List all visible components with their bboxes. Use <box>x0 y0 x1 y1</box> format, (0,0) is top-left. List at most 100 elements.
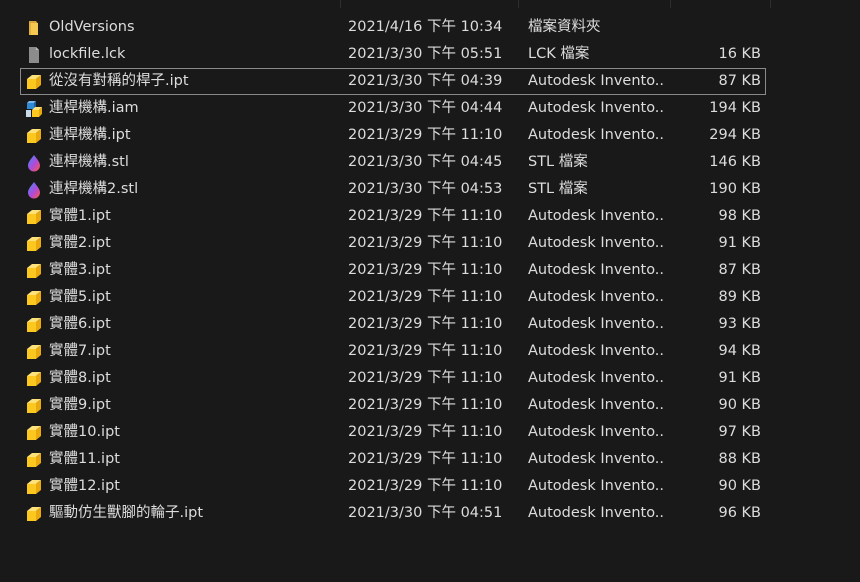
file-type: Autodesk Invento... <box>528 397 663 413</box>
file-name: 實體9.ipt <box>49 397 111 413</box>
column-separator[interactable] <box>670 0 671 8</box>
file-size: 90 KB <box>718 478 761 494</box>
file-type: Autodesk Invento... <box>528 316 663 332</box>
file-row[interactable]: 實體9.ipt 2021/3/29 下午 11:10 Autodesk Invent… <box>20 392 766 419</box>
file-type: Autodesk Invento... <box>528 478 663 494</box>
file-type: STL 檔案 <box>528 154 588 170</box>
file-name: 實體1.ipt <box>49 208 111 224</box>
file-size: 91 KB <box>718 370 761 386</box>
file-type: Autodesk Invento... <box>528 100 663 116</box>
file-type: Autodesk Invento... <box>528 262 663 278</box>
file-row[interactable]: 實體6.ipt 2021/3/29 下午 11:10 Autodesk Invent… <box>20 311 766 338</box>
file-name: 實體7.ipt <box>49 343 111 359</box>
file-size: 93 KB <box>718 316 761 332</box>
file-name: 實體5.ipt <box>49 289 111 305</box>
inventor-part-icon <box>25 424 43 442</box>
column-separator[interactable] <box>518 0 519 8</box>
file-size: 294 KB <box>709 127 761 143</box>
file-type: Autodesk Invento... <box>528 370 663 386</box>
file-row[interactable]: 驅動仿生獸腳的輪子.ipt 2021/3/30 下午 04:51 Autodesk … <box>20 500 766 527</box>
file-type: LCK 檔案 <box>528 46 590 62</box>
file-size: 87 KB <box>718 73 761 89</box>
file-type: Autodesk Invento... <box>528 127 663 143</box>
file-size <box>661 15 761 40</box>
file-modified-date: 2021/3/30 下午 04:51 <box>348 505 503 521</box>
file-row[interactable]: 實體1.ipt 2021/3/29 下午 11:10 Autodesk Invent… <box>20 203 766 230</box>
file-size: 88 KB <box>718 451 761 467</box>
file-type: 檔案資料夾 <box>528 19 601 35</box>
generic-file-icon <box>25 46 43 64</box>
inventor-part-icon <box>25 73 43 91</box>
file-row[interactable]: OldVersions 2021/4/16 下午 10:34 檔案資料夾 <box>20 14 766 41</box>
file-size: 90 KB <box>718 397 761 413</box>
file-modified-date: 2021/3/29 下午 11:10 <box>348 424 503 440</box>
column-separator[interactable] <box>340 0 341 8</box>
file-name: 實體3.ipt <box>49 262 111 278</box>
file-modified-date: 2021/3/30 下午 04:39 <box>348 73 503 89</box>
file-row[interactable]: 實體8.ipt 2021/3/29 下午 11:10 Autodesk Invent… <box>20 365 766 392</box>
file-size: 89 KB <box>718 289 761 305</box>
file-size: 91 KB <box>718 235 761 251</box>
file-type: STL 檔案 <box>528 181 588 197</box>
file-row[interactable]: 連桿機構.ipt 2021/3/29 下午 11:10 Autodesk Inven… <box>20 122 766 149</box>
file-row[interactable]: 實體7.ipt 2021/3/29 下午 11:10 Autodesk Invent… <box>20 338 766 365</box>
file-type: Autodesk Invento... <box>528 289 663 305</box>
file-name: 連桿機構2.stl <box>49 181 139 197</box>
file-row[interactable]: 實體2.ipt 2021/3/29 下午 11:10 Autodesk Invent… <box>20 230 766 257</box>
file-row[interactable]: 實體10.ipt 2021/3/29 下午 11:10 Autodesk Inven… <box>20 419 766 446</box>
file-modified-date: 2021/3/29 下午 11:10 <box>348 451 503 467</box>
file-row[interactable]: 實體11.ipt 2021/3/29 下午 11:10 Autodesk Inven… <box>20 446 766 473</box>
file-row[interactable]: 實體5.ipt 2021/3/29 下午 11:10 Autodesk Invent… <box>20 284 766 311</box>
file-row[interactable]: 連桿機構2.stl 2021/3/30 下午 04:53 STL 檔案 190 KB <box>20 176 766 203</box>
file-modified-date: 2021/3/29 下午 11:10 <box>348 370 503 386</box>
inventor-assembly-icon <box>25 100 43 118</box>
file-modified-date: 2021/3/30 下午 04:53 <box>348 181 503 197</box>
file-type: Autodesk Invento... <box>528 73 663 89</box>
file-name: 實體8.ipt <box>49 370 111 386</box>
file-row[interactable]: 從沒有對稱的桿子.ipt 2021/3/30 下午 04:39 Autodesk I… <box>20 68 766 95</box>
file-type: Autodesk Invento... <box>528 235 663 251</box>
file-size: 16 KB <box>718 46 761 62</box>
file-modified-date: 2021/3/30 下午 04:44 <box>348 100 503 116</box>
file-name: 實體12.ipt <box>49 478 120 494</box>
file-name: lockfile.lck <box>49 46 126 62</box>
file-modified-date: 2021/3/29 下午 11:10 <box>348 127 503 143</box>
file-modified-date: 2021/3/29 下午 11:10 <box>348 235 503 251</box>
file-modified-date: 2021/3/30 下午 05:51 <box>348 46 503 62</box>
file-name: 實體11.ipt <box>49 451 120 467</box>
file-type: Autodesk Invento... <box>528 343 663 359</box>
file-name: 連桿機構.iam <box>49 100 139 116</box>
file-type: Autodesk Invento... <box>528 424 663 440</box>
stl-file-icon <box>25 181 43 199</box>
file-modified-date: 2021/3/29 下午 11:10 <box>348 478 503 494</box>
inventor-part-icon <box>25 343 43 361</box>
file-modified-date: 2021/3/29 下午 11:10 <box>348 262 503 278</box>
inventor-part-icon <box>25 262 43 280</box>
file-size: 94 KB <box>718 343 761 359</box>
file-name: 實體10.ipt <box>49 424 120 440</box>
inventor-part-icon <box>25 505 43 523</box>
inventor-part-icon <box>25 316 43 334</box>
column-separator[interactable] <box>770 0 771 8</box>
file-name: 連桿機構.stl <box>49 154 129 170</box>
file-row[interactable]: lockfile.lck 2021/3/30 下午 05:51 LCK 檔案 16 K… <box>20 41 766 68</box>
file-name: 從沒有對稱的桿子.ipt <box>49 73 189 89</box>
file-modified-date: 2021/3/29 下午 11:10 <box>348 397 503 413</box>
file-size: 96 KB <box>718 505 761 521</box>
file-name: 驅動仿生獸腳的輪子.ipt <box>49 505 204 521</box>
folder-icon <box>25 19 43 37</box>
inventor-part-icon <box>25 208 43 226</box>
file-size: 190 KB <box>709 181 761 197</box>
inventor-part-icon <box>25 289 43 307</box>
file-type: Autodesk Invento... <box>528 208 663 224</box>
file-list: OldVersions 2021/4/16 下午 10:34 檔案資料夾 lockfi… <box>0 0 860 582</box>
file-row[interactable]: 實體3.ipt 2021/3/29 下午 11:10 Autodesk Invent… <box>20 257 766 284</box>
file-type: Autodesk Invento... <box>528 451 663 467</box>
file-modified-date: 2021/3/29 下午 11:10 <box>348 316 503 332</box>
file-modified-date: 2021/3/29 下午 11:10 <box>348 343 503 359</box>
file-name: 連桿機構.ipt <box>49 127 131 143</box>
inventor-part-icon <box>25 235 43 253</box>
file-row[interactable]: 實體12.ipt 2021/3/29 下午 11:10 Autodesk Inven… <box>20 473 766 500</box>
file-row[interactable]: 連桿機構.stl 2021/3/30 下午 04:45 STL 檔案 146 KB <box>20 149 766 176</box>
file-row[interactable]: 連桿機構.iam 2021/3/30 下午 04:44 Autodesk Inven… <box>20 95 766 122</box>
